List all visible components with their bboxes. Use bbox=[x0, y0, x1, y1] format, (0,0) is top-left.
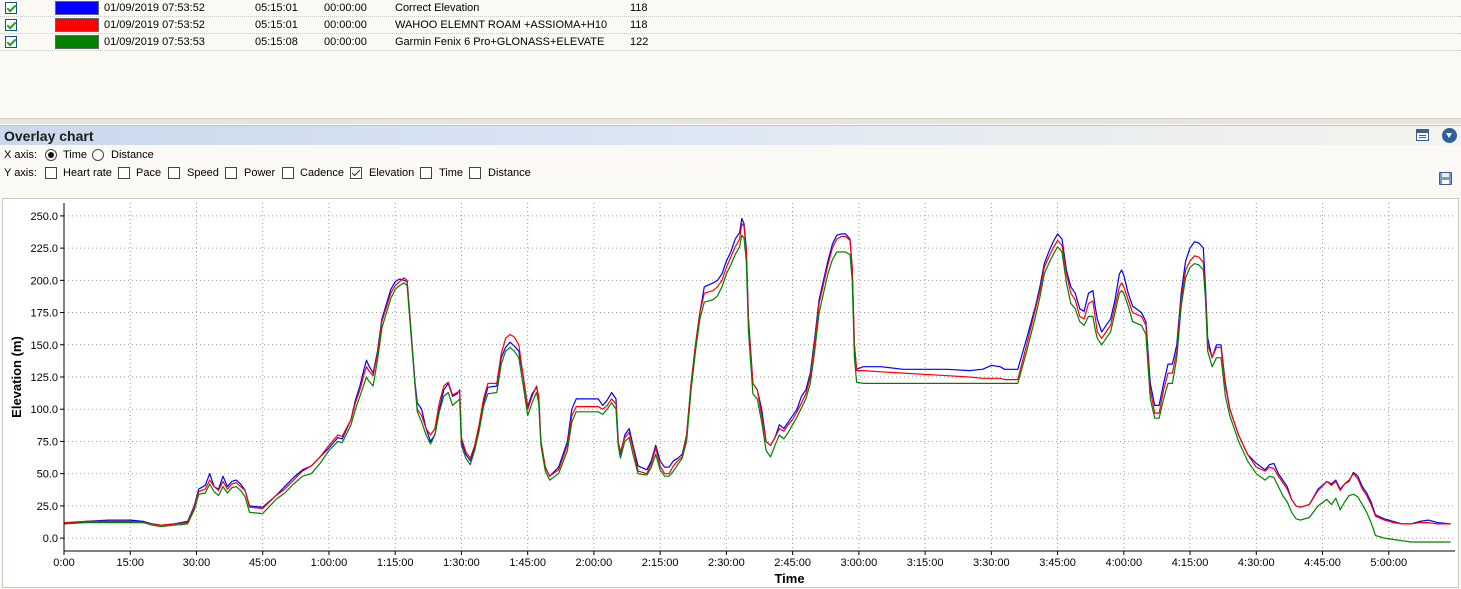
x-tick-label: 45:00 bbox=[249, 557, 277, 569]
activity-row[interactable]: 01/09/2019 07:53:53 05:15:08 00:00:00 Ga… bbox=[0, 34, 1461, 51]
x-tick-label: 1:45:00 bbox=[509, 557, 546, 569]
y-tick-label: 150.0 bbox=[30, 340, 58, 352]
y-power-checkbox[interactable] bbox=[225, 167, 237, 179]
panel-title: Overlay chart bbox=[4, 128, 94, 144]
activity-name: Correct Elevation bbox=[395, 2, 480, 14]
x-tick-label: 2:45:00 bbox=[774, 557, 811, 569]
x-axis-label: X axis: bbox=[4, 149, 38, 161]
y-speed-checkbox[interactable] bbox=[168, 167, 180, 179]
y-tick-label: 50.0 bbox=[37, 469, 58, 481]
activity-duration: 05:15:01 bbox=[255, 19, 298, 31]
y-cadence-checkbox[interactable] bbox=[282, 167, 294, 179]
x-tick-label: 2:30:00 bbox=[708, 557, 745, 569]
y-tick-label: 100.0 bbox=[30, 404, 58, 416]
activity-date: 01/09/2019 07:53:53 bbox=[104, 36, 205, 48]
y-axis-title: Elevation (m) bbox=[9, 336, 24, 418]
y-time-label[interactable]: Time bbox=[439, 167, 463, 179]
x-axis-distance-label[interactable]: Distance bbox=[111, 149, 154, 161]
chart-series bbox=[63, 217, 1451, 543]
x-tick-label: 0:00 bbox=[53, 557, 74, 569]
y-heart-rate-label[interactable]: Heart rate bbox=[63, 167, 112, 179]
series-line-1 bbox=[63, 223, 1451, 526]
y-pace-label[interactable]: Pace bbox=[136, 167, 161, 179]
y-heart-rate-checkbox[interactable] bbox=[45, 167, 57, 179]
y-tick-label: 0.0 bbox=[43, 533, 58, 545]
activity-number: 118 bbox=[630, 19, 648, 31]
y-tick-label: 250.0 bbox=[30, 211, 58, 223]
y-tick-label: 175.0 bbox=[30, 308, 58, 320]
x-tick-label: 2:00:00 bbox=[576, 557, 613, 569]
activity-color-swatch[interactable] bbox=[55, 35, 99, 49]
y-pace-checkbox[interactable] bbox=[118, 167, 130, 179]
activity-pause-time: 00:00:00 bbox=[324, 36, 367, 48]
x-tick-label: 3:45:00 bbox=[1039, 557, 1076, 569]
y-power-label[interactable]: Power bbox=[244, 167, 275, 179]
activity-visible-checkbox[interactable] bbox=[5, 36, 17, 48]
x-axis-title: Time bbox=[774, 571, 804, 586]
x-tick-label: 4:00:00 bbox=[1105, 557, 1142, 569]
y-elevation-label[interactable]: Elevation bbox=[369, 167, 414, 179]
x-tick-label: 5:00:00 bbox=[1370, 557, 1407, 569]
activity-pause-time: 00:00:00 bbox=[324, 2, 367, 14]
splitter[interactable] bbox=[0, 118, 1461, 124]
x-axis-time-label[interactable]: Time bbox=[63, 149, 87, 161]
overlay-chart-header: Overlay chart bbox=[0, 125, 1461, 145]
series-line-0 bbox=[63, 217, 1451, 526]
x-axis-options: X axis: Time Distance bbox=[0, 147, 1461, 165]
x-tick-label: 15:00 bbox=[116, 557, 144, 569]
x-tick-label: 4:30:00 bbox=[1238, 557, 1275, 569]
activity-name: Garmin Fenix 6 Pro+GLONASS+ELEVATE bbox=[395, 36, 605, 48]
chart-axes: 0.0 25.0 50.0 75.0 100.0 125.0 150.0 175.0 200.0… bbox=[30, 203, 1455, 569]
x-tick-label: 1:30:00 bbox=[443, 557, 480, 569]
elevation-chart-svg[interactable]: 0.0 25.0 50.0 75.0 100.0 125.0 150.0 175.0 200.0… bbox=[3, 199, 1460, 589]
window-restore-icon[interactable] bbox=[1416, 129, 1429, 141]
dropdown-menu-icon[interactable] bbox=[1442, 128, 1457, 143]
activity-row[interactable]: 01/09/2019 07:53:52 05:15:01 00:00:00 WA… bbox=[0, 17, 1461, 34]
y-distance-checkbox[interactable] bbox=[469, 167, 481, 179]
activity-list: 01/09/2019 07:53:52 05:15:01 00:00:00 Co… bbox=[0, 0, 1461, 120]
y-time-checkbox[interactable] bbox=[420, 167, 432, 179]
y-axis-options: Y axis: Heart rate Pace Speed Power Cade… bbox=[0, 165, 1461, 183]
activity-duration: 05:15:08 bbox=[255, 36, 298, 48]
y-axis-label: Y axis: bbox=[4, 167, 37, 179]
activity-color-swatch[interactable] bbox=[55, 1, 99, 15]
activity-date: 01/09/2019 07:53:52 bbox=[104, 19, 205, 31]
x-tick-label: 1:00:00 bbox=[311, 557, 348, 569]
activity-color-swatch[interactable] bbox=[55, 18, 99, 32]
y-distance-label[interactable]: Distance bbox=[488, 167, 531, 179]
activity-pause-time: 00:00:00 bbox=[324, 19, 367, 31]
y-tick-label: 75.0 bbox=[37, 436, 58, 448]
x-tick-label: 1:15:00 bbox=[377, 557, 414, 569]
x-tick-label: 3:30:00 bbox=[973, 557, 1010, 569]
activity-visible-checkbox[interactable] bbox=[5, 19, 17, 31]
activity-visible-checkbox[interactable] bbox=[5, 2, 17, 14]
x-tick-label: 30:00 bbox=[183, 557, 211, 569]
series-line-2 bbox=[63, 234, 1451, 543]
y-cadence-label[interactable]: Cadence bbox=[300, 167, 344, 179]
save-disk-icon[interactable] bbox=[1439, 172, 1452, 185]
activity-row[interactable]: 01/09/2019 07:53:52 05:15:01 00:00:00 Co… bbox=[0, 0, 1461, 17]
activity-name: WAHOO ELEMNT ROAM +ASSIOMA+H10 bbox=[395, 19, 608, 31]
y-elevation-checkbox[interactable] bbox=[350, 167, 362, 179]
activity-number: 118 bbox=[630, 2, 648, 14]
x-tick-label: 4:45:00 bbox=[1304, 557, 1341, 569]
y-tick-label: 25.0 bbox=[37, 501, 58, 513]
x-tick-label: 3:00:00 bbox=[841, 557, 878, 569]
x-axis-time-radio[interactable] bbox=[45, 149, 57, 161]
x-tick-label: 2:15:00 bbox=[642, 557, 679, 569]
activity-duration: 05:15:01 bbox=[255, 2, 298, 14]
overlay-chart[interactable]: 0.0 25.0 50.0 75.0 100.0 125.0 150.0 175.0 200.0… bbox=[2, 198, 1459, 588]
x-tick-label: 4:15:00 bbox=[1172, 557, 1209, 569]
activity-number: 122 bbox=[630, 36, 649, 48]
y-tick-label: 200.0 bbox=[30, 275, 58, 287]
activity-date: 01/09/2019 07:53:52 bbox=[104, 2, 205, 14]
y-speed-label[interactable]: Speed bbox=[187, 167, 219, 179]
x-axis-distance-radio[interactable] bbox=[92, 149, 104, 161]
y-tick-label: 225.0 bbox=[30, 243, 58, 255]
y-tick-label: 125.0 bbox=[30, 372, 58, 384]
x-tick-label: 3:15:00 bbox=[907, 557, 944, 569]
